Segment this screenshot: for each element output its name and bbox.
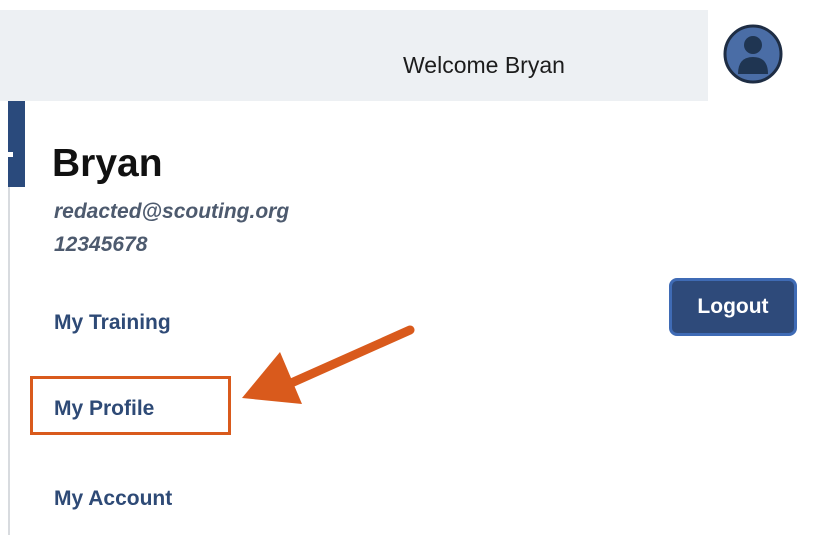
account-menu-screen: Welcome Bryan Bryan redacted@scouting.or… [0,0,814,535]
menu-item-my-training[interactable]: My Training [54,311,171,335]
user-avatar-icon[interactable] [723,24,783,84]
user-email: redacted@scouting.org [54,200,290,223]
side-tab-dot [8,152,13,157]
menu-item-my-profile[interactable]: My Profile [54,397,154,421]
logout-button[interactable]: Logout [669,278,797,336]
arrow-annotation-icon [242,325,415,404]
menu-item-my-account[interactable]: My Account [54,487,172,511]
side-tab[interactable] [8,101,25,187]
header-bar: Welcome Bryan [0,10,708,101]
welcome-text: Welcome Bryan [403,52,565,78]
top-strip [0,0,814,10]
user-name: Bryan [52,142,163,185]
user-member-id: 12345678 [54,233,148,256]
